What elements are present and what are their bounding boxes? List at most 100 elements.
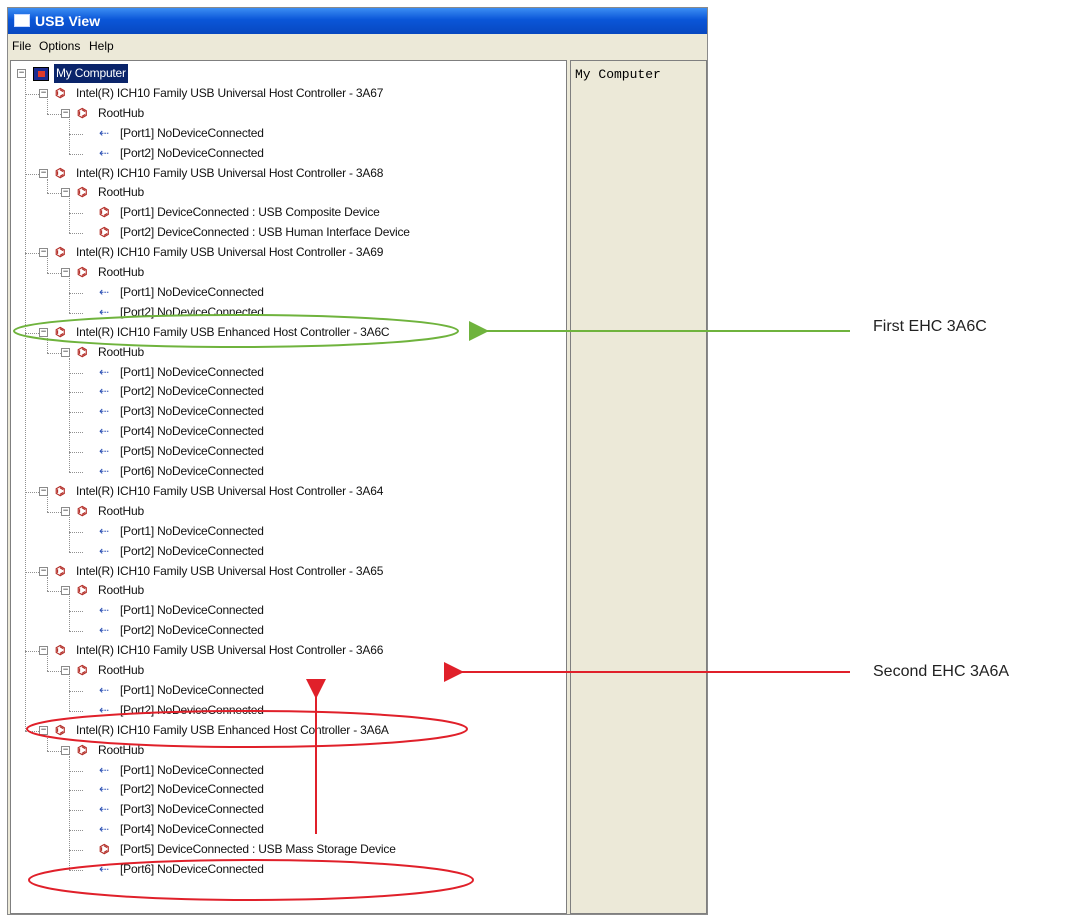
- tree-node-label: [Port1] NoDeviceConnected: [120, 762, 264, 777]
- collapse-toggle-icon[interactable]: −: [61, 506, 70, 516]
- tree-guide: [47, 735, 48, 751]
- menu-help[interactable]: Help: [89, 34, 114, 58]
- tree-connector: [47, 113, 61, 115]
- tree-connector: [69, 392, 83, 394]
- tree-connector: [69, 551, 83, 553]
- tree-node-label: [Port2] NoDeviceConnected: [120, 623, 264, 638]
- tree-node-label: [Port5] NoDeviceConnected: [120, 444, 264, 459]
- usb-hub-icon: ⌬: [77, 742, 88, 757]
- collapse-toggle-icon[interactable]: −: [61, 347, 70, 357]
- collapse-toggle-icon[interactable]: −: [39, 168, 48, 178]
- usb-port-icon: ⇠: [99, 404, 109, 419]
- tree-guide: [69, 596, 70, 632]
- tree-node-label: [Port4] NoDeviceConnected: [120, 424, 264, 439]
- tree-guide: [47, 178, 48, 194]
- tree-connector: [69, 611, 83, 613]
- collapse-toggle-icon[interactable]: −: [39, 646, 48, 656]
- collapse-toggle-icon[interactable]: −: [39, 88, 48, 98]
- usb-port-icon: ⇠: [99, 304, 109, 319]
- tree-connector: [69, 690, 83, 692]
- usb-hub-icon: ⌬: [77, 583, 88, 598]
- usb-port-icon: ⇠: [99, 802, 109, 817]
- usb-port-icon: ⇠: [99, 762, 109, 777]
- tree-connector: [69, 432, 83, 434]
- collapse-toggle-icon[interactable]: −: [61, 586, 70, 596]
- tree-guide: [47, 258, 48, 273]
- tree-connector: [25, 491, 39, 493]
- usb-port-icon: ⇠: [99, 862, 109, 876]
- tree-node-label: [Port3] NoDeviceConnected: [120, 802, 264, 817]
- collapse-toggle-icon[interactable]: −: [61, 745, 70, 755]
- usb-controller-icon: ⌬: [55, 245, 66, 260]
- tree-node-label: Intel(R) ICH10 Family USB Enhanced Host …: [76, 722, 389, 737]
- usb-port-icon: ⇠: [99, 284, 109, 299]
- menu-file[interactable]: File: [12, 34, 31, 58]
- tree-connector: [69, 292, 83, 294]
- collapse-toggle-icon[interactable]: −: [39, 486, 48, 496]
- detail-pane[interactable]: My Computer: [570, 60, 707, 914]
- tree-guide: [69, 357, 70, 472]
- tree-connector: [69, 472, 83, 473]
- tree-connector: [69, 153, 83, 155]
- tree-connector: [69, 870, 83, 871]
- usb-device-icon: ⌬: [99, 205, 110, 220]
- usb-port-icon: ⇠: [99, 782, 109, 797]
- tree-node-label: [Port1] NoDeviceConnected: [120, 284, 264, 299]
- usb-hub-icon: ⌬: [77, 185, 88, 200]
- title-bar[interactable]: USB View: [8, 8, 707, 34]
- usb-port-icon: ⇠: [99, 364, 109, 379]
- tree-connector: [25, 173, 39, 175]
- usb-port-icon: ⇠: [99, 682, 109, 697]
- usb-controller-icon: ⌬: [55, 165, 66, 180]
- usb-port-icon: ⇠: [99, 543, 109, 558]
- tree-node-label: [Port6] NoDeviceConnected: [120, 464, 264, 478]
- annotation-first-ehc: First EHC 3A6C: [873, 318, 987, 335]
- tree-connector: [69, 452, 83, 454]
- usb-controller-icon: ⌬: [55, 85, 66, 100]
- tree-node-label: Intel(R) ICH10 Family USB Universal Host…: [76, 165, 384, 180]
- collapse-toggle-icon[interactable]: −: [39, 327, 48, 337]
- tree-connector: [69, 233, 83, 235]
- tree-connector: [69, 213, 83, 215]
- collapse-toggle-icon[interactable]: −: [17, 69, 26, 78]
- tree-connector: [25, 93, 39, 95]
- tree-connector: [69, 372, 83, 374]
- tree-node-label: [Port5] DeviceConnected : USB Mass Stora…: [120, 842, 396, 857]
- collapse-toggle-icon[interactable]: −: [39, 566, 48, 576]
- collapse-toggle-icon[interactable]: −: [61, 188, 70, 198]
- usb-port-icon: ⇠: [99, 464, 109, 478]
- usb-port-icon: ⇠: [99, 623, 109, 638]
- collapse-toggle-icon[interactable]: −: [39, 248, 48, 258]
- tree-node-label: [Port1] NoDeviceConnected: [120, 523, 264, 538]
- usb-device-icon: ⌬: [99, 842, 110, 857]
- tree-node-label: [Port2] NoDeviceConnected: [120, 543, 264, 558]
- tree-node-label: RootHub: [98, 344, 144, 359]
- tree-connector: [47, 193, 61, 195]
- collapse-toggle-icon[interactable]: −: [39, 725, 48, 735]
- usb-hub-icon: ⌬: [77, 265, 88, 279]
- tree-guide: [69, 516, 70, 552]
- tree-guide: [25, 79, 26, 731]
- usb-port-icon: ⇠: [99, 603, 109, 618]
- usb-controller-icon: ⌬: [55, 324, 66, 339]
- usb-controller-icon: ⌬: [55, 483, 66, 498]
- tree-guide: [69, 118, 70, 154]
- tree-node-label: [Port2] NoDeviceConnected: [120, 702, 264, 717]
- tree-connector: [69, 531, 83, 533]
- usb-port-icon: ⇠: [99, 523, 109, 538]
- tree-guide: [47, 576, 48, 592]
- tree-node-label: Intel(R) ICH10 Family USB Universal Host…: [76, 85, 384, 100]
- menu-options[interactable]: Options: [39, 34, 80, 58]
- collapse-toggle-icon[interactable]: −: [61, 108, 70, 118]
- device-tree[interactable]: − My Computer − ⌬ Intel(R) ICH10 Family USB …: [10, 60, 567, 914]
- tree-node-label: [Port1] NoDeviceConnected: [120, 682, 264, 697]
- tree-node-label: [Port3] NoDeviceConnected: [120, 404, 264, 419]
- app-icon: [14, 14, 30, 27]
- collapse-toggle-icon[interactable]: −: [61, 666, 70, 675]
- tree-node-label: Intel(R) ICH10 Family USB Universal Host…: [76, 643, 384, 658]
- tree-node-label: My Computer: [54, 64, 128, 83]
- tree-connector: [69, 770, 83, 772]
- collapse-toggle-icon[interactable]: −: [61, 268, 70, 277]
- tree-node-label: [Port2] NoDeviceConnected: [120, 304, 264, 319]
- tree-connector: [47, 671, 61, 672]
